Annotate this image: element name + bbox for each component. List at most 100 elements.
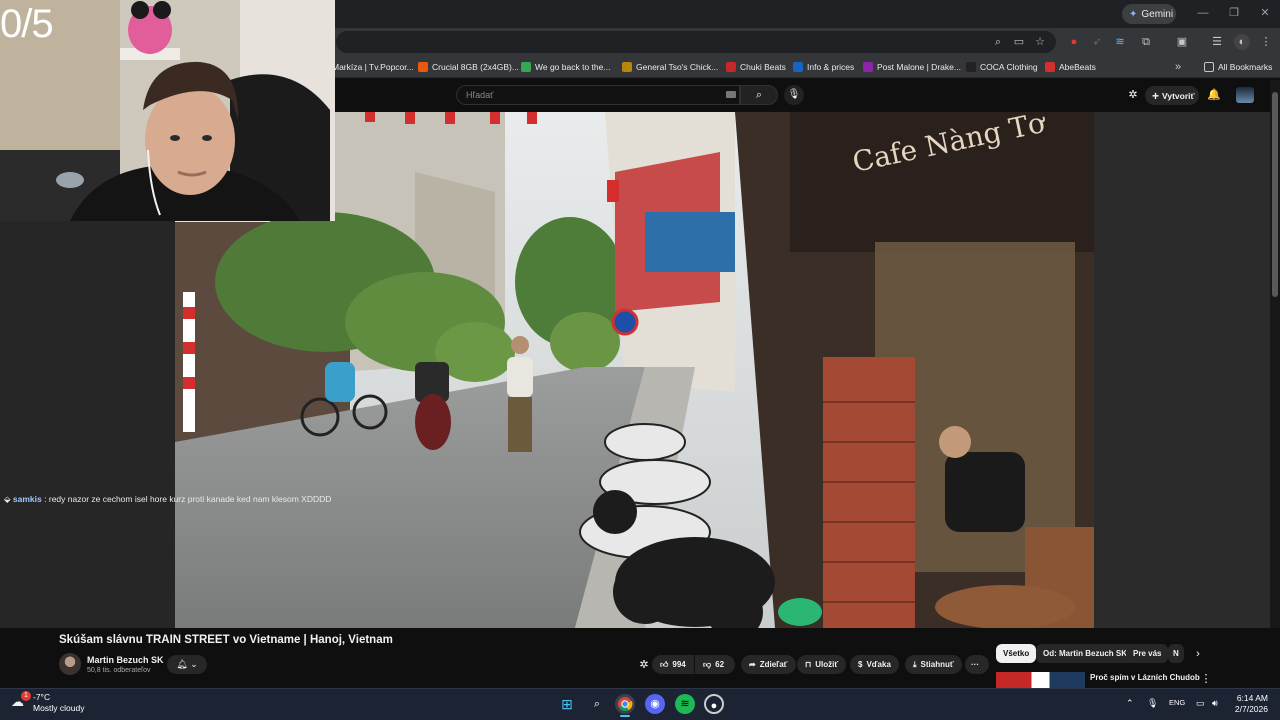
temperature: -7°C <box>33 692 51 702</box>
minimize-icon[interactable]: — <box>1196 6 1210 20</box>
create-button[interactable]: + Vytvoriť <box>1145 86 1199 105</box>
magic-icon[interactable]: ✲ <box>636 657 652 673</box>
profile-avatar[interactable]: ◐ <box>1234 34 1250 50</box>
search-icon[interactable]: ⌕ <box>587 694 607 714</box>
all-bookmarks-label: All Bookmarks <box>1218 62 1273 72</box>
channel-name[interactable]: Martin Bezuch SK <box>87 655 164 665</box>
bookmark-favicon-icon <box>726 62 736 72</box>
search-icon: ⌕ <box>755 89 763 101</box>
left-backdrop <box>0 221 175 628</box>
channel-avatar[interactable] <box>59 653 81 675</box>
chip-next[interactable]: N <box>1168 644 1184 663</box>
bookmark-label: Crucial 8GB (2x4GB)... <box>432 62 519 72</box>
thanks-icon: $ <box>858 660 863 669</box>
chip-channel[interactable]: Od: Martin Bezuch SK <box>1036 644 1135 663</box>
keyboard-icon[interactable] <box>726 91 736 98</box>
more-actions-button[interactable]: ··· <box>965 655 989 674</box>
bookmark-item[interactable]: AbeBeats <box>1045 60 1096 74</box>
save-button[interactable]: ⊓ Uložiť <box>797 655 847 674</box>
related-menu-icon[interactable]: ⋮ <box>1198 671 1214 687</box>
weather-widget[interactable]: -7°C Mostly cloudy <box>33 692 85 714</box>
clock-time: 6:14 AM <box>1236 693 1268 703</box>
weather-badge: 1 <box>21 691 31 701</box>
language-indicator[interactable]: ENG <box>1169 698 1185 707</box>
search-button[interactable]: ⌕ <box>740 85 778 105</box>
volume-icon[interactable]: 🔊︎ <box>1212 698 1218 709</box>
download-button[interactable]: ⤓ Stiahnuť <box>905 655 962 674</box>
share-button[interactable]: ➦ Zdieľať <box>741 655 796 674</box>
restore-icon[interactable]: ❐ <box>1227 6 1241 20</box>
bookmark-item[interactable]: Chuki Beats <box>726 60 786 74</box>
subscription-bell-button[interactable]: 🔔︎ ⌄ <box>167 655 207 674</box>
microphone-tray-icon[interactable]: 🎙︎ <box>1147 698 1158 709</box>
sidepanel-icon[interactable]: ▣ <box>1174 34 1190 50</box>
cast-settings-icon[interactable]: ✲ <box>1125 87 1141 103</box>
bookmark-item[interactable]: COCA Clothing <box>966 60 1038 74</box>
bookmark-favicon-icon <box>793 62 803 72</box>
menu-dots-icon[interactable]: ⋮ <box>1258 34 1274 50</box>
bell-icon: 🔔︎ <box>176 659 188 669</box>
bookmark-favicon-icon <box>1045 62 1055 72</box>
right-backdrop <box>1094 112 1270 628</box>
microphone-icon[interactable]: 🎙 <box>784 85 804 105</box>
search-input[interactable]: Hľadať <box>456 85 740 105</box>
chat-text: redy nazor ze cechom isel hore kurz prot… <box>48 494 332 504</box>
tray-chevron-icon[interactable]: ⌃ <box>1126 698 1134 709</box>
system-clock[interactable]: 6:14 AM 2/7/2026 <box>1232 693 1268 715</box>
puzzle-icon[interactable]: ⧉ <box>1138 34 1154 50</box>
bookmark-item[interactable]: Info & prices <box>793 60 854 74</box>
bell-icon[interactable]: 🔔 <box>1206 87 1222 103</box>
bookmark-item[interactable]: Post Malone | Drake... <box>863 60 961 74</box>
chrome-icon[interactable] <box>615 694 635 714</box>
thumbs-down-icon: 👎︎ <box>703 659 712 669</box>
chat-username: samkis <box>12 494 42 504</box>
bookmark-item[interactable]: We go back to the... <box>521 60 610 74</box>
thanks-button[interactable]: $ Vďaka <box>850 655 899 674</box>
bookmark-label: Info & prices <box>807 62 855 72</box>
close-icon[interactable]: ✕ <box>1258 6 1272 20</box>
windows-start-icon[interactable]: ⊞ <box>557 694 577 714</box>
bookmark-label: COCA Clothing <box>980 62 1038 72</box>
bookmark-label: Post Malone | Drake... <box>877 62 961 72</box>
extension-red-icon[interactable]: ● <box>1066 34 1082 50</box>
chevron-right-double-icon[interactable]: » <box>1170 59 1186 75</box>
bookmark-item[interactable]: General Tso's Chick... <box>622 60 718 74</box>
account-avatar[interactable] <box>1236 87 1254 103</box>
chip-for-you[interactable]: Pre vás <box>1126 644 1169 663</box>
network-icon[interactable]: ▭ <box>1196 698 1205 709</box>
extension-wave-icon[interactable]: ≋ <box>1112 34 1128 50</box>
discord-icon[interactable]: ◉ <box>645 694 665 714</box>
share-icon: ➦ <box>749 660 756 669</box>
spotify-icon[interactable]: ≋ <box>675 694 695 714</box>
reading-list-icon[interactable]: ☰ <box>1209 34 1225 50</box>
obs-icon[interactable]: ● <box>704 694 724 714</box>
address-bar[interactable] <box>336 31 1056 53</box>
subscriber-count: 50,8 tis. odberateľov <box>87 667 151 674</box>
chrome-logo <box>618 697 633 712</box>
bookmark-favicon-icon <box>622 62 632 72</box>
star-icon[interactable]: ☆ <box>1032 34 1048 50</box>
thumbs-up-icon: 👍︎ <box>660 659 669 669</box>
like-button[interactable]: 👍︎ 994 <box>652 655 694 674</box>
related-video-title[interactable]: Proč spím v Lázních Chudoba? | Dobrodruž… <box>1090 673 1200 682</box>
thanks-label: Vďaka <box>866 660 891 669</box>
share-label: Zdieľať <box>759 660 788 669</box>
active-app-indicator <box>620 715 630 717</box>
video-title: Skúšam slávnu TRAIN STREET vo Vietname |… <box>59 634 393 646</box>
bookmark-label: General Tso's Chick... <box>636 62 719 72</box>
cast-icon[interactable]: ▭ <box>1011 34 1027 50</box>
chip-all[interactable]: Všetko <box>996 644 1037 663</box>
chat-badge-icon: ⬙ <box>4 494 13 504</box>
gemini-button[interactable]: ✦ Gemini <box>1122 4 1176 24</box>
chevron-right-icon[interactable]: › <box>1190 646 1206 662</box>
extension-grey-icon[interactable]: ➶ <box>1089 34 1105 50</box>
bookmark-item[interactable]: Crucial 8GB (2x4GB)... <box>418 60 519 74</box>
sparkle-icon: ✦ <box>1129 8 1138 20</box>
dislike-button[interactable]: 👎︎ 62 <box>695 655 735 674</box>
all-bookmarks[interactable]: All Bookmarks <box>1204 60 1272 74</box>
zoom-icon[interactable]: ⌕ <box>990 34 1006 50</box>
bookmark-favicon-icon <box>966 62 976 72</box>
scrollbar-thumb[interactable] <box>1272 92 1278 297</box>
chat-message: ⬙ samkis : redy nazor ze cechom isel hor… <box>4 494 331 505</box>
related-video-thumbnail[interactable] <box>996 672 1085 688</box>
